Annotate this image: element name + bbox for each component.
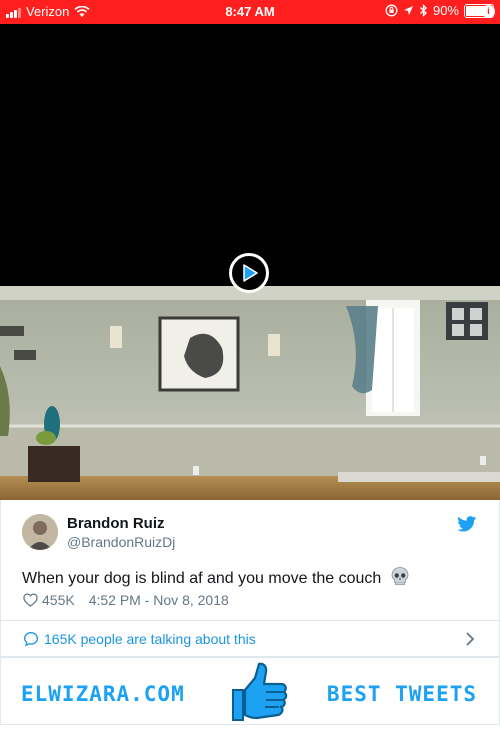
chevron-right-icon[interactable] — [465, 631, 475, 647]
avatar-image — [22, 514, 58, 550]
status-right: 90% i — [385, 3, 495, 18]
tweet-card[interactable]: Brandon Ruiz @BrandonRuizDj When your do… — [0, 500, 500, 620]
tweet-text: When your dog is blind af and you move t… — [22, 566, 410, 588]
conversation-label[interactable]: 165K people are talking about this — [44, 631, 256, 647]
skull-icon — [391, 567, 409, 585]
info-icon: i — [482, 4, 495, 18]
author-handle[interactable]: @BrandonRuizDj — [67, 534, 175, 550]
twitter-bird-icon[interactable] — [457, 516, 477, 532]
tweet-meta: 455K 4:52 PM - Nov 8, 2018 — [23, 592, 229, 608]
play-icon — [243, 264, 258, 282]
battery-icon: i — [464, 3, 495, 18]
tweet-text-body: When your dog is blind af and you move t… — [22, 570, 382, 587]
branding-footer: ELWIZARA.COM BEST TWEETS — [0, 657, 500, 725]
author-name[interactable]: Brandon Ruiz — [67, 515, 165, 532]
location-icon — [403, 6, 413, 15]
status-bar: Verizon 8:47 AM 90% i — [0, 0, 500, 24]
avatar[interactable] — [22, 514, 58, 550]
like-count[interactable]: 455K — [42, 592, 75, 608]
bluetooth-icon — [420, 4, 427, 17]
thumbs-up-icon — [232, 662, 288, 721]
play-button[interactable] — [229, 253, 269, 293]
lock-rotation-icon — [385, 4, 398, 17]
battery-percent: 90% — [432, 3, 459, 18]
room-scene-image — [0, 286, 500, 500]
tagline: BEST TWEETS — [326, 682, 477, 706]
heart-icon[interactable] — [23, 593, 38, 607]
conversation-link[interactable]: 165K people are talking about this — [0, 620, 500, 657]
tweet-timestamp[interactable]: 4:52 PM - Nov 8, 2018 — [89, 592, 229, 608]
comment-icon — [23, 631, 39, 647]
video-player[interactable] — [0, 24, 500, 500]
site-name: ELWIZARA.COM — [21, 682, 185, 706]
video-frame — [0, 286, 500, 500]
